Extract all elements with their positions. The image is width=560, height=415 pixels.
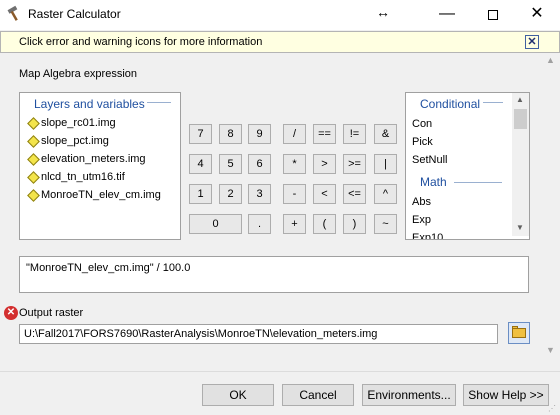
- move-icon: ↔: [376, 4, 390, 20]
- layers-panel: Layers and variables slope_rc01.img slop…: [19, 92, 181, 240]
- calc-button-xor[interactable]: ^: [374, 184, 397, 204]
- raster-layer-icon: [27, 171, 40, 184]
- calc-button-and[interactable]: &: [374, 124, 397, 144]
- calc-button-plus[interactable]: +: [283, 214, 306, 234]
- calc-button-decimal[interactable]: .: [248, 214, 271, 234]
- maximize-button[interactable]: [470, 0, 516, 30]
- calc-button-equal[interactable]: ==: [313, 124, 336, 144]
- scrollbar-thumb[interactable]: [514, 109, 527, 129]
- calc-button-4[interactable]: 4: [189, 154, 212, 174]
- raster-layer-icon: [27, 153, 40, 166]
- expression-input[interactable]: "MonroeTN_elev_cm.img" / 100.0: [19, 256, 529, 293]
- functions-panel: Conditional Con Pick SetNull Math Abs Ex…: [405, 92, 530, 240]
- function-item[interactable]: Abs: [412, 196, 431, 208]
- calc-button-greater-equal[interactable]: >=: [343, 154, 366, 174]
- calc-button-6[interactable]: 6: [248, 154, 271, 174]
- ok-button[interactable]: OK: [202, 384, 274, 406]
- info-bar-close-button[interactable]: ✕: [525, 35, 539, 49]
- conditional-header-rule: [483, 102, 503, 103]
- output-raster-input[interactable]: U:\Fall2017\FORS7690\RasterAnalysis\Monr…: [19, 324, 498, 344]
- math-header: Math: [420, 175, 447, 189]
- calc-button-9[interactable]: 9: [248, 124, 271, 144]
- browse-button[interactable]: [508, 322, 530, 344]
- calc-button-or[interactable]: |: [374, 154, 397, 174]
- layer-name: slope_pct.img: [41, 135, 109, 147]
- calc-button-not[interactable]: ~: [374, 214, 397, 234]
- raster-calculator-window: Raster Calculator ↔ — ✕ Click error and …: [0, 0, 560, 415]
- scroll-up-icon[interactable]: ▲: [546, 55, 555, 65]
- scroll-up-icon[interactable]: ▲: [516, 95, 524, 104]
- scroll-down-icon[interactable]: ▼: [546, 345, 555, 355]
- calc-button-multiply[interactable]: *: [283, 154, 306, 174]
- resize-grip-icon[interactable]: ⋰: [548, 404, 556, 413]
- title-bar[interactable]: Raster Calculator ↔ — ✕: [0, 0, 560, 30]
- calc-button-not-equal[interactable]: !=: [343, 124, 366, 144]
- raster-layer-icon: [27, 117, 40, 130]
- calc-button-less-equal[interactable]: <=: [343, 184, 366, 204]
- hammer-icon: [6, 5, 24, 23]
- calc-button-0[interactable]: 0: [189, 214, 242, 234]
- output-raster-path: U:\Fall2017\FORS7690\RasterAnalysis\Monr…: [24, 328, 378, 340]
- raster-layer-icon: [27, 189, 40, 202]
- layer-name: elevation_meters.img: [41, 153, 146, 165]
- folder-icon: [512, 328, 526, 338]
- info-bar: Click error and warning icons for more i…: [0, 31, 560, 53]
- layer-name: nlcd_tn_utm16.tif: [41, 171, 125, 183]
- calc-button-greater[interactable]: >: [313, 154, 336, 174]
- maximize-icon: [488, 10, 498, 20]
- expression-label: Map Algebra expression: [19, 68, 138, 80]
- layers-header: Layers and variables: [34, 97, 145, 111]
- function-item[interactable]: Exp10: [412, 232, 443, 239]
- window-title: Raster Calculator: [28, 7, 121, 21]
- environments-button[interactable]: Environments...: [362, 384, 456, 406]
- cancel-button[interactable]: Cancel: [282, 384, 354, 406]
- show-help-button[interactable]: Show Help >>: [463, 384, 549, 406]
- button-bar-separator: [0, 371, 560, 372]
- output-raster-label: Output raster: [19, 307, 84, 319]
- minimize-button[interactable]: —: [424, 0, 470, 30]
- info-bar-text: Click error and warning icons for more i…: [19, 36, 263, 48]
- dialog-scrollbar[interactable]: ▲ ▼: [542, 53, 560, 365]
- calc-button-less[interactable]: <: [313, 184, 336, 204]
- layer-name: MonroeTN_elev_cm.img: [41, 189, 161, 201]
- scroll-down-icon[interactable]: ▼: [516, 223, 524, 232]
- calc-button-7[interactable]: 7: [189, 124, 212, 144]
- conditional-header: Conditional: [420, 97, 481, 111]
- raster-layer-icon: [27, 135, 40, 148]
- calc-button-minus[interactable]: -: [283, 184, 306, 204]
- calc-button-8[interactable]: 8: [219, 124, 242, 144]
- calc-button-2[interactable]: 2: [219, 184, 242, 204]
- expression-text: "MonroeTN_elev_cm.img" / 100.0: [26, 262, 191, 274]
- calc-button-5[interactable]: 5: [219, 154, 242, 174]
- layer-name: slope_rc01.img: [41, 117, 116, 129]
- calc-button-divide[interactable]: /: [283, 124, 306, 144]
- calc-button-close-paren[interactable]: ): [343, 214, 366, 234]
- function-item[interactable]: Con: [412, 118, 432, 130]
- layers-header-rule: [147, 102, 171, 103]
- function-item[interactable]: Pick: [412, 136, 433, 148]
- calc-button-1[interactable]: 1: [189, 184, 212, 204]
- function-item[interactable]: Exp: [412, 214, 431, 226]
- close-button[interactable]: ✕: [514, 0, 560, 30]
- functions-scrollbar[interactable]: ▲ ▼: [512, 93, 529, 236]
- error-icon[interactable]: ✕: [4, 306, 18, 320]
- calc-button-3[interactable]: 3: [248, 184, 271, 204]
- calc-button-open-paren[interactable]: (: [313, 214, 336, 234]
- math-header-rule: [454, 182, 502, 183]
- function-item[interactable]: SetNull: [412, 154, 447, 166]
